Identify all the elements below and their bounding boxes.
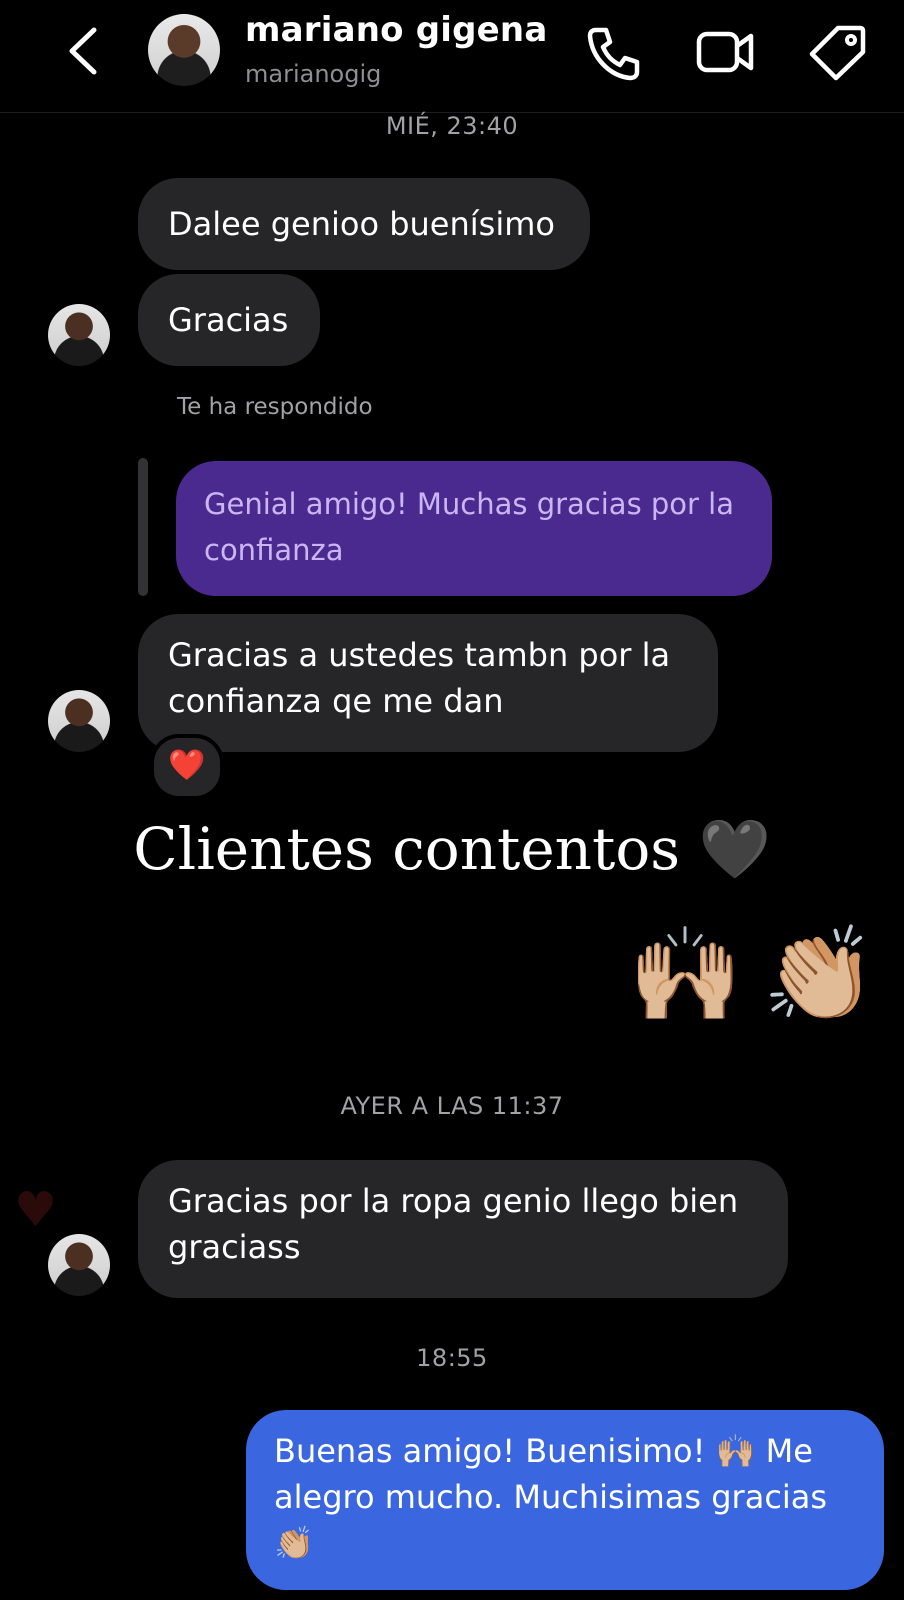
contact-avatar-small[interactable]: [48, 1234, 110, 1296]
incoming-message[interactable]: Gracias por la ropa genio llego bien gra…: [138, 1160, 788, 1298]
contact-name[interactable]: mariano gigena: [245, 10, 547, 50]
clapping-hands-emoji: 👏🏼: [762, 921, 877, 1028]
contact-username[interactable]: marianogig: [245, 60, 381, 88]
chat-header: mariano gigena marianogig: [0, 0, 904, 113]
timestamp: AYER A LAS 11:37: [340, 1092, 564, 1120]
outgoing-message[interactable]: Buenas amigo! Buenisimo! 🙌🏼 Me alegro mu…: [246, 1410, 884, 1590]
contact-avatar[interactable]: [148, 14, 220, 86]
contact-avatar-small[interactable]: [48, 690, 110, 752]
video-camera-icon[interactable]: [695, 22, 755, 82]
phone-icon[interactable]: [582, 22, 642, 82]
incoming-message[interactable]: Dalee genioo buenísimo: [138, 178, 590, 270]
faded-heart-icon: ♥: [14, 1182, 58, 1238]
quoted-message[interactable]: Genial amigo! Muchas gracias por la conf…: [176, 461, 772, 596]
timestamp: 18:55: [416, 1344, 488, 1372]
contact-avatar-small[interactable]: [48, 304, 110, 366]
reply-indicator-bar: [138, 458, 148, 596]
heart-reaction[interactable]: ❤️: [150, 734, 224, 800]
raising-hands-emoji: 🙌🏼: [628, 921, 743, 1028]
timestamp: MIÉ, 23:40: [385, 112, 519, 140]
story-caption: Clientes contentos 🖤: [133, 815, 771, 883]
incoming-message[interactable]: Gracias: [138, 274, 320, 366]
reply-label: Te ha respondido: [177, 394, 373, 420]
tag-icon[interactable]: [808, 22, 868, 82]
incoming-message[interactable]: Gracias a ustedes tambn por la confianza…: [138, 614, 718, 752]
back-chevron-icon[interactable]: [60, 22, 110, 80]
